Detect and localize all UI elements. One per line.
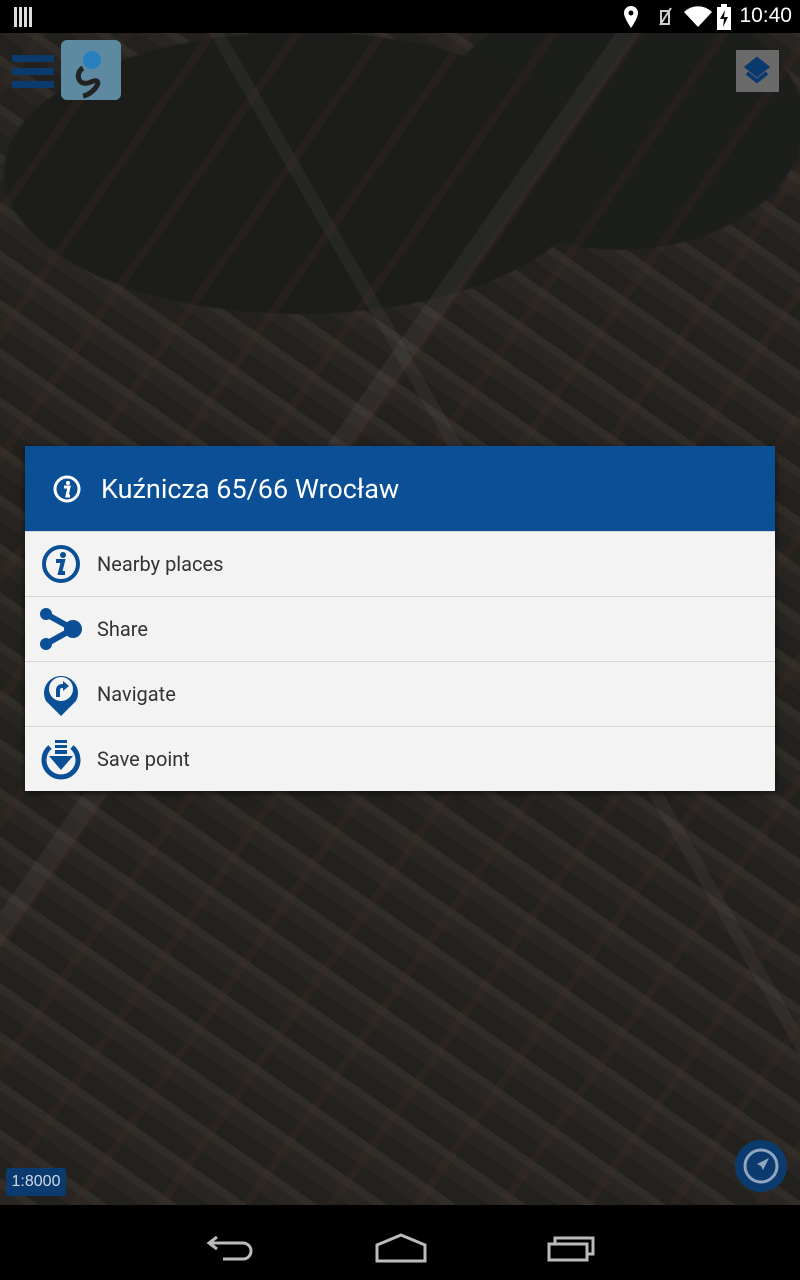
location-icon — [624, 6, 638, 28]
menu-icon[interactable] — [12, 53, 54, 89]
recents-icon[interactable] — [546, 1235, 596, 1263]
item-label: Share — [97, 617, 148, 641]
info-icon — [42, 545, 80, 583]
compass-icon — [743, 1148, 779, 1184]
map-scale: 1:8000 — [6, 1168, 66, 1196]
layers-button[interactable] — [736, 50, 779, 92]
wifi-icon — [684, 6, 712, 28]
dialog-title: Kuźnicza 65/66 Wrocław — [101, 472, 400, 505]
menu-item-share[interactable]: Share — [25, 596, 775, 661]
item-label: Navigate — [97, 682, 176, 706]
menu-item-nearby-places[interactable]: Nearby places — [25, 531, 775, 596]
menu-item-navigate[interactable]: Navigate — [25, 661, 775, 726]
back-icon[interactable] — [205, 1233, 255, 1263]
clock: 10:40 — [739, 4, 792, 27]
save-download-icon — [41, 740, 81, 780]
info-icon — [53, 475, 81, 502]
compass-button[interactable] — [735, 1140, 787, 1192]
menu-item-save-point[interactable]: Save point — [25, 726, 775, 791]
home-icon[interactable] — [374, 1233, 428, 1263]
barcode-icon — [14, 7, 32, 27]
navigation-bar — [0, 1205, 800, 1280]
app-logo[interactable] — [61, 40, 121, 100]
item-label: Nearby places — [97, 552, 224, 576]
share-icon — [40, 608, 82, 650]
location-dialog: Kuźnicza 65/66 Wrocław Nearby places Sha… — [25, 446, 775, 791]
vibrate-off-icon — [659, 7, 672, 26]
item-label: Save point — [97, 747, 190, 771]
battery-charging-icon — [717, 4, 731, 30]
dialog-header: Kuźnicza 65/66 Wrocław — [25, 446, 775, 531]
status-bar: 10:40 — [0, 0, 800, 33]
layers-icon — [743, 56, 771, 84]
navigate-pin-icon — [44, 676, 78, 716]
